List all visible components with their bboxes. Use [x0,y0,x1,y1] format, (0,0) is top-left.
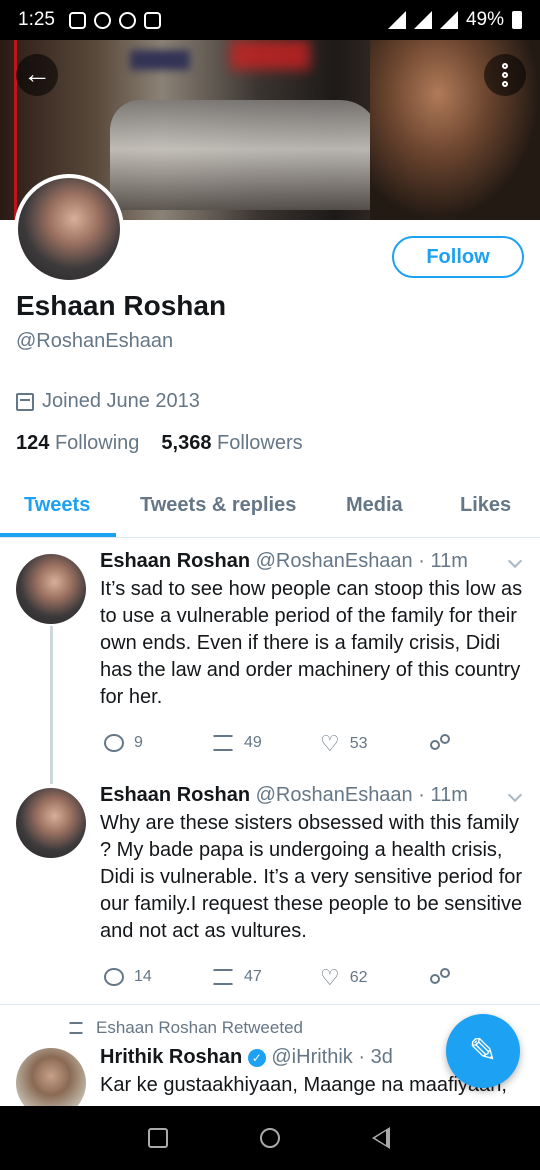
instagram-icon [143,11,161,29]
notification-icons [68,11,161,29]
following-count: 124 [16,432,50,454]
compose-tweet-button[interactable]: ✎ [446,1014,520,1088]
compose-tweet-icon: ✎ [468,1032,498,1070]
followers-count: 5,368 [161,432,212,454]
like-count: 53 [349,735,368,752]
verified-icon: ✓ [247,1048,266,1067]
thread-connector [50,626,53,784]
tweet-avatar[interactable] [16,554,86,624]
reply-button[interactable]: 9 [104,734,143,752]
tab-likes[interactable]: Likes [460,494,511,517]
tweet-meta: @RoshanEshaan · 11m [255,550,468,572]
reply-count: 9 [134,734,143,751]
like-button[interactable]: ♡ 53 [320,731,368,756]
follow-counts: 124 Following 5,368 Followers [16,432,303,455]
joined-text: Joined June 2013 [42,390,200,412]
tweet-text: Why are these sisters obsessed with this… [100,812,523,942]
home-button[interactable] [260,1128,280,1148]
retweet-count: 49 [244,734,262,751]
profile-avatar[interactable] [14,174,124,284]
tweet-divider [0,1004,540,1005]
tweet-meta: @iHrithik · 3d [271,1046,393,1068]
retweet-count: 47 [244,968,262,985]
reply-icon [104,734,124,752]
retweet-button[interactable]: 47 [212,968,262,986]
add-icon [68,11,86,29]
following-label: Following [54,432,140,454]
heart-icon: ♡ [320,965,340,990]
tweet-actions: 14 47 ♡ 62 [100,965,520,998]
system-nav-bar [0,1106,540,1170]
tweet-actions: 9 49 ♡ 53 [100,731,520,764]
active-tab-indicator [0,533,116,537]
retweet-icon [212,735,234,751]
signal-icon-2 [439,11,458,29]
follow-button[interactable]: Follow [392,236,524,278]
profile-name: Eshaan Roshan [16,290,227,321]
share-icon [430,734,450,754]
followers-link[interactable]: 5,368 Followers [161,432,302,455]
system-back-button[interactable] [372,1127,390,1149]
retweet-context: Eshaan Roshan Retweeted [68,1018,303,1038]
chevron-down-icon[interactable] [507,787,523,803]
chevron-down-icon[interactable] [507,553,523,569]
profile-handle: @RoshanEshaan [16,330,174,352]
whatsapp-icon [93,11,111,29]
tab-media[interactable]: Media [346,494,403,517]
share-button[interactable] [430,968,450,988]
joined-date: Joined June 2013 [16,390,200,413]
tweet-text: It’s sad to see how people can stoop thi… [100,578,523,708]
retweeted-by[interactable]: Eshaan Roshan Retweeted [96,1018,303,1038]
share-icon [430,968,450,988]
tweet-author-name: Hrithik Roshan [100,1046,243,1068]
following-link[interactable]: 124 Following [16,432,139,455]
status-bar: 1:25 49% [0,0,540,40]
tweet-header: Hrithik Roshan ✓ @iHrithik · 3d [100,1046,393,1069]
arrow-left-icon: ← [23,58,51,89]
person-add-icon [118,11,136,29]
tweet-avatar[interactable] [16,788,86,858]
reply-icon [104,968,124,986]
reply-count: 14 [134,968,152,985]
tweet-header: Eshaan Roshan @RoshanEshaan · 11m [100,550,468,573]
followers-label: Followers [217,432,303,454]
like-count: 62 [349,969,368,986]
battery-icon [512,11,522,29]
retweet-icon [68,1022,84,1034]
profile-tabs: Tweets Tweets & replies Media Likes [0,474,540,538]
tab-tweets-replies[interactable]: Tweets & replies [140,494,296,517]
tweet-author-name: Eshaan Roshan [100,784,251,806]
system-icons: 49% [387,9,522,31]
share-button[interactable] [430,734,450,754]
calendar-icon [16,392,34,411]
heart-icon: ♡ [320,731,340,756]
status-time: 1:25 [18,9,55,30]
like-button[interactable]: ♡ 62 [320,965,368,990]
retweet-button[interactable]: 49 [212,734,262,752]
tab-tweets[interactable]: Tweets [24,494,90,517]
retweet-icon [212,969,234,985]
recents-button[interactable] [148,1128,168,1148]
tweet-meta: @RoshanEshaan · 11m [255,784,468,806]
more-options-button[interactable] [484,54,526,96]
signal-icon [413,11,432,29]
back-button[interactable]: ← [16,54,58,96]
reply-button[interactable]: 14 [104,968,152,986]
battery-percent: 49% [465,9,504,30]
more-vertical-icon [502,63,508,69]
wifi-icon [387,11,406,29]
tweet-header: Eshaan Roshan @RoshanEshaan · 11m [100,784,468,807]
tweet-author-name: Eshaan Roshan [100,550,251,572]
